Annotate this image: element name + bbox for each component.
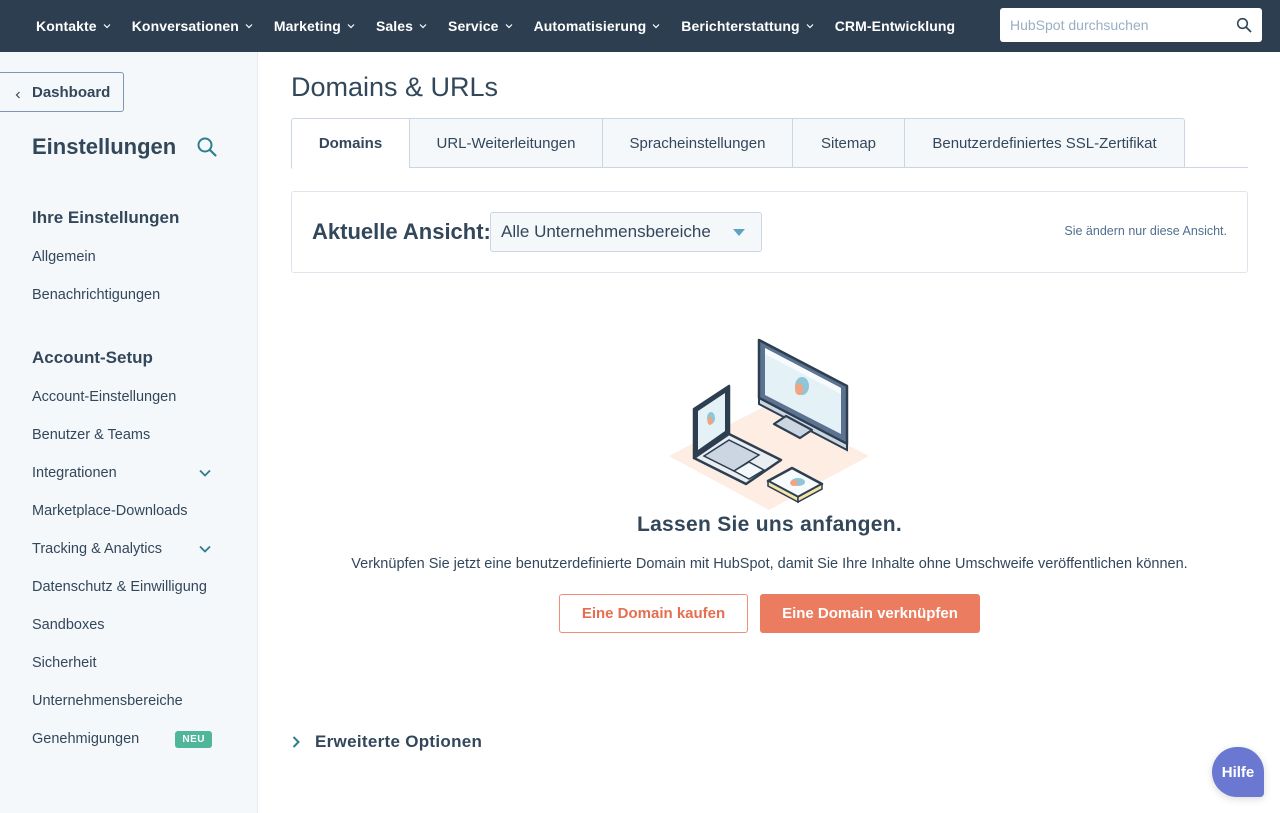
sidebar-item-unternehmensbereiche[interactable]: Unternehmensbereiche — [32, 690, 212, 712]
sidebar-item-label: Account-Einstellungen — [32, 389, 177, 405]
buy-domain-button[interactable]: Eine Domain kaufen — [559, 594, 748, 633]
business-unit-dropdown[interactable]: Alle Unternehmensbereiche — [490, 212, 762, 252]
sidebar-item-tracking-analytics[interactable]: Tracking & Analytics — [32, 538, 212, 560]
chevron-down-icon[interactable] — [198, 542, 212, 556]
main-content: Domains & URLs Domains URL-Weiterleitung… — [259, 52, 1280, 813]
nav-item-label: Service — [448, 18, 499, 34]
settings-sidebar: Dashboard Einstellungen Ihre Einstellung… — [0, 52, 258, 813]
sidebar-item-integrationen[interactable]: Integrationen — [32, 462, 212, 484]
chevron-down-icon — [805, 21, 815, 31]
chevron-down-icon — [346, 21, 356, 31]
sidebar-item-label: Datenschutz & Einwilligung — [32, 579, 207, 595]
nav-item-service[interactable]: Service — [448, 0, 514, 52]
view-selector-panel: Aktuelle Ansicht: Alle Unternehmensberei… — [291, 191, 1248, 273]
sidebar-item-sicherheit[interactable]: Sicherheit — [32, 652, 212, 674]
nav-item-automatisierung[interactable]: Automatisierung — [534, 0, 662, 52]
nav-item-konversationen[interactable]: Konversationen — [132, 0, 254, 52]
sidebar-item-sandboxes[interactable]: Sandboxes — [32, 614, 212, 636]
sidebar-item-datenschutz[interactable]: Datenschutz & Einwilligung — [32, 576, 212, 598]
sidebar-item-label: Allgemein — [32, 249, 96, 265]
sidebar-item-label: Benutzer & Teams — [32, 427, 151, 443]
section-heading-ihre-einstellungen: Ihre Einstellungen — [32, 208, 180, 227]
dropdown-selected-value: Alle Unternehmensbereiche — [501, 222, 711, 241]
nav-item-label: Sales — [375, 18, 414, 34]
sidebar-item-label: Sandboxes — [32, 617, 105, 633]
sidebar-header: Einstellungen — [32, 134, 218, 160]
sidebar-item-label: Marketplace-Downloads — [32, 503, 188, 519]
sidebar-item-genehmigungen[interactable]: Genehmigungen NEU — [32, 728, 212, 750]
view-note: Sie ändern nur diese Ansicht. — [1064, 224, 1227, 238]
back-to-dashboard-button[interactable]: Dashboard — [0, 72, 124, 112]
empty-state-actions: Eine Domain kaufen Eine Domain verknüpfe… — [559, 594, 980, 633]
empty-state-description: Verknüpfen Sie jetzt eine benutzerdefini… — [351, 556, 1188, 572]
nav-item-label: Kontakte — [36, 18, 97, 34]
back-button-label: Dashboard — [32, 83, 111, 101]
section-heading-account-setup: Account-Setup — [32, 348, 153, 367]
search-icon[interactable] — [196, 136, 218, 158]
top-navigation: Kontakte Konversationen Marketing Sales … — [0, 0, 1280, 52]
sidebar-item-benutzer-teams[interactable]: Benutzer & Teams — [32, 424, 212, 446]
advanced-options-label: Erweiterte Optionen — [315, 732, 483, 751]
nav-item-label: CRM-Entwicklung — [834, 18, 956, 34]
nav-item-sales[interactable]: Sales — [376, 0, 428, 52]
sidebar-item-benachrichtigungen[interactable]: Benachrichtigungen — [32, 284, 212, 306]
chevron-down-icon — [504, 21, 514, 31]
page-title: Domains & URLs — [291, 72, 499, 102]
nav-item-marketing[interactable]: Marketing — [274, 0, 356, 52]
sidebar-item-marketplace-downloads[interactable]: Marketplace-Downloads — [32, 500, 212, 522]
chevron-down-icon — [244, 21, 254, 31]
view-label: Aktuelle Ansicht: — [312, 219, 491, 244]
chevron-left-icon — [13, 87, 23, 99]
nav-item-crm-entwicklung[interactable]: CRM-Entwicklung — [835, 0, 956, 52]
nav-item-kontakte[interactable]: Kontakte — [36, 0, 112, 52]
chevron-down-icon — [418, 21, 428, 31]
tab-url-weiterleitungen[interactable]: URL-Weiterleitungen — [409, 118, 602, 168]
sidebar-item-label: Integrationen — [32, 465, 117, 481]
global-search-input[interactable] — [1010, 17, 1236, 33]
search-icon[interactable] — [1236, 17, 1252, 33]
tab-bar: Domains URL-Weiterleitungen Spracheinste… — [291, 118, 1248, 169]
sidebar-item-account-einstellungen[interactable]: Account-Einstellungen — [32, 386, 212, 408]
sidebar-item-allgemein[interactable]: Allgemein — [32, 246, 212, 268]
nav-item-label: Konversationen — [131, 18, 239, 34]
sidebar-item-label: Genehmigungen — [32, 731, 140, 747]
tab-sitemap[interactable]: Sitemap — [792, 118, 904, 168]
nav-menu: Kontakte Konversationen Marketing Sales … — [0, 0, 975, 52]
connect-domain-button[interactable]: Eine Domain verknüpfen — [760, 594, 980, 633]
sidebar-item-label: Sicherheit — [32, 655, 97, 671]
nav-item-label: Automatisierung — [533, 18, 647, 34]
chevron-right-icon — [291, 735, 301, 749]
nav-item-berichterstattung[interactable]: Berichterstattung — [681, 0, 814, 52]
empty-state-title: Lassen Sie uns anfangen. — [636, 513, 903, 536]
tab-spracheinstellungen[interactable]: Spracheinstellungen — [602, 118, 792, 168]
devices-illustration — [664, 334, 874, 514]
chevron-down-icon[interactable] — [198, 466, 212, 480]
chevron-down-icon — [102, 21, 112, 31]
help-button[interactable]: Hilfe — [1212, 747, 1264, 797]
sidebar-title: Einstellungen — [32, 134, 177, 159]
sidebar-item-label: Benachrichtigungen — [32, 287, 161, 303]
chevron-down-icon — [651, 21, 661, 31]
sidebar-item-label: Unternehmensbereiche — [32, 693, 183, 709]
global-search[interactable] — [1000, 8, 1262, 42]
sidebar-item-label: Tracking & Analytics — [32, 541, 163, 557]
nav-item-label: Berichterstattung — [681, 18, 800, 34]
nav-item-label: Marketing — [273, 18, 341, 34]
new-badge: NEU — [175, 730, 212, 748]
tab-domains[interactable]: Domains — [291, 118, 409, 169]
tab-ssl-zertifikat[interactable]: Benutzerdefiniertes SSL-Zertifikat — [904, 118, 1185, 168]
caret-down-icon — [733, 229, 745, 236]
advanced-options-toggle[interactable]: Erweiterte Optionen — [291, 732, 482, 752]
